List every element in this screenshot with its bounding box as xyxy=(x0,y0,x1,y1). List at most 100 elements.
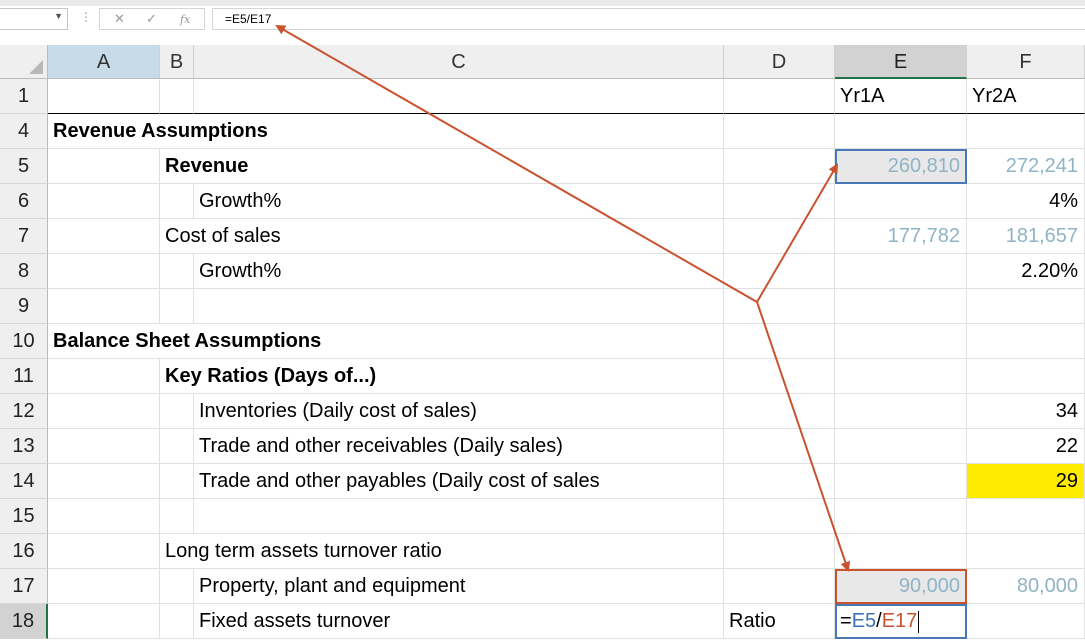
cell-a10[interactable]: Balance Sheet Assumptions xyxy=(48,324,321,359)
cell[interactable] xyxy=(835,289,967,324)
row-header[interactable]: 1 xyxy=(0,79,48,114)
cell[interactable] xyxy=(48,604,160,639)
cell-b5[interactable]: Revenue xyxy=(160,149,248,184)
cell[interactable] xyxy=(724,114,835,149)
row-header[interactable]: 18 xyxy=(0,604,48,639)
cell[interactable] xyxy=(835,254,967,289)
cell[interactable] xyxy=(160,114,194,149)
cell-f1[interactable]: Yr2A xyxy=(967,79,1085,114)
cell-f14[interactable]: 29 xyxy=(967,464,1085,499)
cell[interactable] xyxy=(724,464,835,499)
cell[interactable] xyxy=(160,289,194,324)
cell[interactable] xyxy=(48,359,160,394)
cell[interactable] xyxy=(835,359,967,394)
cell-f5[interactable]: 272,241 xyxy=(967,149,1085,184)
cell-d18[interactable]: Ratio xyxy=(724,604,835,639)
cell-f6[interactable]: 4% xyxy=(967,184,1085,219)
cell[interactable] xyxy=(835,464,967,499)
cell-e5[interactable]: 260,810 xyxy=(835,149,967,184)
cell[interactable] xyxy=(194,79,724,114)
row-header[interactable]: 13 xyxy=(0,429,48,464)
cell[interactable] xyxy=(48,569,160,604)
cell-b16[interactable]: Long term assets turnover ratio xyxy=(160,534,442,569)
cell[interactable] xyxy=(724,569,835,604)
cell[interactable] xyxy=(835,429,967,464)
cell[interactable] xyxy=(48,534,160,569)
cell-f12[interactable]: 34 xyxy=(967,394,1085,429)
column-header-a[interactable]: A xyxy=(48,45,160,79)
cell[interactable] xyxy=(724,394,835,429)
cell[interactable] xyxy=(724,324,835,359)
cell[interactable] xyxy=(160,254,194,289)
cell[interactable] xyxy=(160,569,194,604)
cell[interactable] xyxy=(724,149,835,184)
cell[interactable] xyxy=(724,534,835,569)
cell[interactable] xyxy=(194,534,724,569)
cell[interactable] xyxy=(194,219,724,254)
cell[interactable] xyxy=(194,289,724,324)
cell[interactable] xyxy=(160,184,194,219)
cell[interactable] xyxy=(724,254,835,289)
cell-c18[interactable]: Fixed assets turnover xyxy=(194,604,724,639)
cell[interactable] xyxy=(48,219,160,254)
column-header-f[interactable]: F xyxy=(967,45,1085,79)
formula-input[interactable]: =E5/E17 xyxy=(212,8,1085,30)
cell[interactable] xyxy=(160,324,194,359)
cell[interactable] xyxy=(724,219,835,254)
cell[interactable] xyxy=(48,499,160,534)
cell-b7[interactable]: Cost of sales xyxy=(160,219,281,254)
row-header[interactable]: 11 xyxy=(0,359,48,394)
cell[interactable] xyxy=(724,359,835,394)
cell[interactable] xyxy=(160,79,194,114)
row-header[interactable]: 4 xyxy=(0,114,48,149)
row-header[interactable]: 12 xyxy=(0,394,48,429)
cell-c17[interactable]: Property, plant and equipment xyxy=(194,569,724,604)
cell[interactable] xyxy=(194,359,724,394)
cell[interactable] xyxy=(967,499,1085,534)
cell[interactable] xyxy=(160,604,194,639)
cell[interactable] xyxy=(48,464,160,499)
cell-c6[interactable]: Growth% xyxy=(194,184,724,219)
formula-bar-splitter-icon[interactable]: ⋮ xyxy=(80,10,92,24)
cell[interactable] xyxy=(160,429,194,464)
name-box[interactable]: ▼ xyxy=(0,8,68,30)
cell[interactable] xyxy=(160,394,194,429)
row-header[interactable]: 9 xyxy=(0,289,48,324)
cell[interactable] xyxy=(835,114,967,149)
cell-e18-editing[interactable]: =E5/E17 xyxy=(835,604,967,639)
cell-b11[interactable]: Key Ratios (Days of...) xyxy=(160,359,376,394)
row-header[interactable]: 14 xyxy=(0,464,48,499)
cell[interactable] xyxy=(835,499,967,534)
cell[interactable] xyxy=(48,429,160,464)
row-header[interactable]: 6 xyxy=(0,184,48,219)
row-header[interactable]: 15 xyxy=(0,499,48,534)
cell[interactable] xyxy=(194,114,724,149)
cell-e7[interactable]: 177,782 xyxy=(835,219,967,254)
row-header[interactable]: 7 xyxy=(0,219,48,254)
cell[interactable] xyxy=(48,254,160,289)
row-header[interactable]: 10 xyxy=(0,324,48,359)
cell[interactable] xyxy=(967,114,1085,149)
cell[interactable] xyxy=(724,289,835,324)
cell-f17[interactable]: 80,000 xyxy=(967,569,1085,604)
cell[interactable] xyxy=(160,499,194,534)
cancel-icon[interactable]: ✕ xyxy=(114,11,125,27)
cell[interactable] xyxy=(967,324,1085,359)
cell[interactable] xyxy=(194,149,724,184)
cell[interactable] xyxy=(967,359,1085,394)
cell[interactable] xyxy=(48,184,160,219)
cell[interactable] xyxy=(194,499,724,534)
cell-f13[interactable]: 22 xyxy=(967,429,1085,464)
cell[interactable] xyxy=(967,289,1085,324)
row-header[interactable]: 16 xyxy=(0,534,48,569)
cell-e1[interactable]: Yr1A xyxy=(835,79,967,114)
cell[interactable] xyxy=(967,534,1085,569)
column-header-c[interactable]: C xyxy=(194,45,724,79)
cell[interactable] xyxy=(835,534,967,569)
cell[interactable] xyxy=(835,394,967,429)
cell[interactable] xyxy=(194,324,724,359)
cell[interactable] xyxy=(724,79,835,114)
cell[interactable] xyxy=(835,324,967,359)
cell-f8[interactable]: 2.20% xyxy=(967,254,1085,289)
column-header-e[interactable]: E xyxy=(835,45,967,79)
